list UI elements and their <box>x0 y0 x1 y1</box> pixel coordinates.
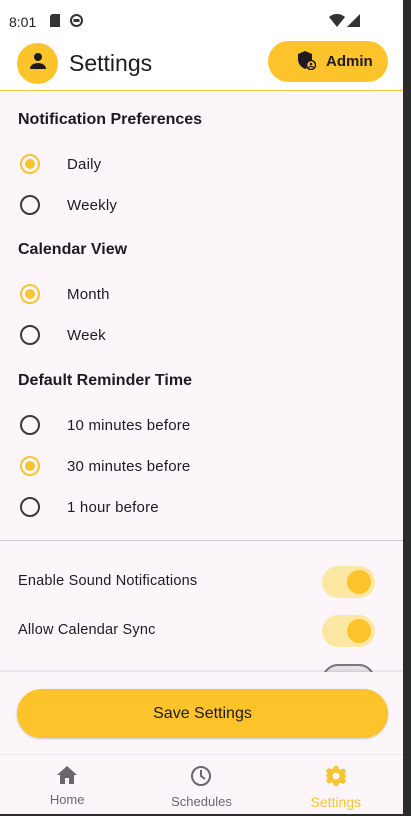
radio-label: 30 minutes before <box>67 457 191 475</box>
clock-icon <box>190 765 212 790</box>
section-title-reminder: Default Reminder Time <box>18 372 192 389</box>
admin-button-label: Admin <box>326 53 373 70</box>
radio-label: 1 hour before <box>67 498 159 516</box>
section-title-notifications: Notification Preferences <box>18 111 203 128</box>
toggle-row-sound[interactable]: Enable Sound Notifications <box>0 562 403 602</box>
radio-option-daily[interactable]: Daily <box>0 144 403 184</box>
radio-option-10-minutes[interactable]: 10 minutes before <box>0 405 403 445</box>
switch-knob <box>347 570 371 594</box>
nav-label: Home <box>49 792 85 807</box>
save-settings-button[interactable]: Save Settings <box>17 689 388 738</box>
switch-knob <box>347 619 371 643</box>
signal-icon <box>347 14 360 30</box>
toggle-row-calendar-sync[interactable]: Allow Calendar Sync <box>0 611 403 651</box>
radio-button[interactable] <box>20 456 40 476</box>
radio-label: 10 minutes before <box>67 416 191 434</box>
save-panel: Save Settings <box>0 672 403 754</box>
radio-label: Weekly <box>67 196 118 214</box>
toggle-row-partial[interactable] <box>0 660 403 672</box>
radio-option-30-minutes[interactable]: 30 minutes before <box>0 446 403 486</box>
nav-label: Settings <box>310 794 362 810</box>
radio-option-weekly[interactable]: Weekly <box>0 185 403 225</box>
radio-button[interactable] <box>20 154 40 174</box>
app-notification-icon <box>70 14 83 30</box>
status-bar: 8:01 <box>0 0 403 40</box>
gear-icon <box>323 765 348 790</box>
radio-button[interactable] <box>20 284 40 304</box>
settings-content: Notification Preferences Daily Weekly Ca… <box>0 92 403 672</box>
radio-button[interactable] <box>20 497 40 517</box>
admin-shield-icon <box>296 50 317 74</box>
person-icon <box>28 51 48 76</box>
partially-visible-switch[interactable] <box>322 664 375 672</box>
wifi-icon <box>329 13 345 30</box>
nav-item-settings[interactable]: Settings <box>269 755 403 814</box>
page-title: Settings <box>69 50 153 76</box>
radio-button[interactable] <box>20 195 40 215</box>
app-bar: Settings Admin <box>0 40 403 91</box>
sound-notifications-switch[interactable] <box>322 566 375 598</box>
profile-avatar[interactable] <box>17 43 58 84</box>
toggle-label: Enable Sound Notifications <box>18 573 198 589</box>
section-title-calendar: Calendar View <box>18 241 128 258</box>
toggle-label: Allow Calendar Sync <box>18 622 156 638</box>
radio-option-1-hour[interactable]: 1 hour before <box>0 487 403 527</box>
radio-button[interactable] <box>20 415 40 435</box>
calendar-sync-switch[interactable] <box>322 615 375 647</box>
radio-option-week[interactable]: Week <box>0 315 403 355</box>
nav-label: Schedules <box>171 794 232 809</box>
bottom-navigation: Home Schedules Settings <box>0 754 403 814</box>
divider <box>0 540 403 541</box>
home-icon <box>56 765 78 788</box>
nav-item-schedules[interactable]: Schedules <box>134 755 268 814</box>
sd-card-icon <box>49 14 61 30</box>
nav-item-home[interactable]: Home <box>0 755 134 814</box>
radio-button[interactable] <box>20 325 40 345</box>
radio-label: Daily <box>67 155 102 173</box>
status-time: 8:01 <box>9 14 37 30</box>
radio-label: Month <box>67 285 110 303</box>
admin-button[interactable]: Admin <box>268 41 388 82</box>
radio-option-month[interactable]: Month <box>0 274 403 314</box>
radio-label: Week <box>67 326 106 344</box>
frame-edge <box>403 0 411 816</box>
